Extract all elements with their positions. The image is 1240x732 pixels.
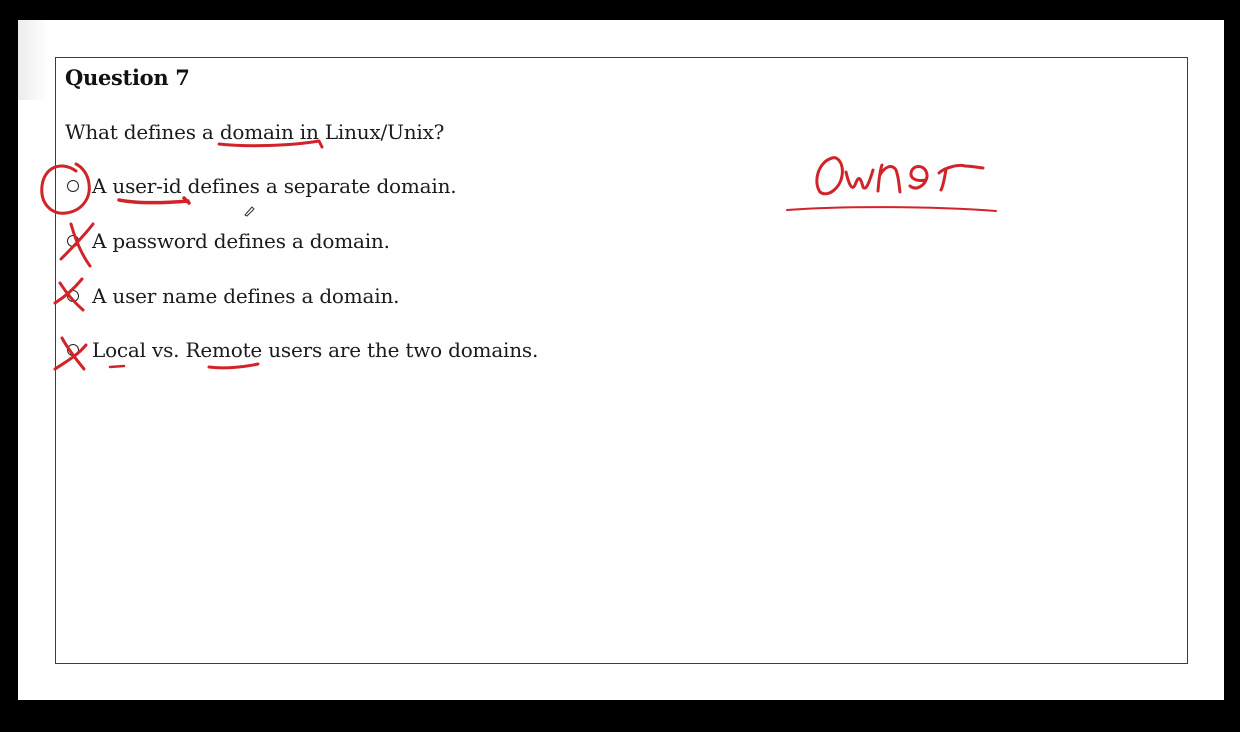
question-prompt: What defines a domain in Linux/Unix? (65, 120, 445, 144)
option-label: Local vs. Remote users are the two domai… (92, 338, 539, 362)
option-label: A user-id defines a separate domain. (92, 174, 457, 198)
answer-option-3[interactable]: A user name defines a domain. (65, 282, 399, 310)
answer-option-1[interactable]: A user-id defines a separate domain. (65, 172, 457, 200)
page-edge-shadow (18, 20, 48, 100)
radio-button[interactable] (67, 235, 79, 247)
answer-option-2[interactable]: A password defines a domain. (65, 227, 390, 255)
answer-option-4[interactable]: Local vs. Remote users are the two domai… (65, 336, 538, 364)
option-label: A password defines a domain. (92, 229, 390, 253)
radio-button[interactable] (67, 180, 79, 192)
document-page: Question 7 What defines a domain in Linu… (18, 20, 1224, 700)
radio-button[interactable] (67, 290, 79, 302)
question-title: Question 7 (65, 65, 190, 90)
option-label: A user name defines a domain. (92, 284, 400, 308)
question-box: Question 7 What defines a domain in Linu… (55, 57, 1188, 664)
radio-button[interactable] (67, 344, 79, 356)
